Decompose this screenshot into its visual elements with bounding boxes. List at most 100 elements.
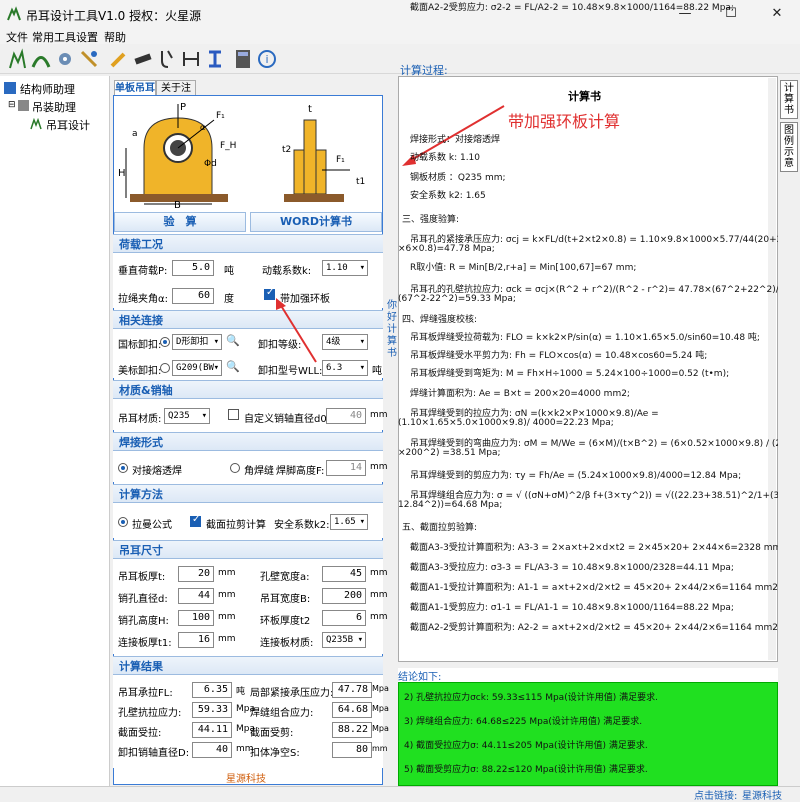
shear-checkbox[interactable] xyxy=(190,514,201,527)
weight-input[interactable]: 5.0 xyxy=(172,260,214,276)
size-input[interactable]: 100 xyxy=(178,610,214,626)
result-value: 59.33 xyxy=(192,702,232,718)
tab-diagram-legend[interactable]: 图例示意 xyxy=(780,122,798,172)
window-title: 吊耳设计工具V1.0 授权：火星源 xyxy=(26,9,202,23)
pin-input[interactable]: 40 xyxy=(326,408,366,424)
info-icon[interactable]: i xyxy=(256,48,278,70)
tree-leaf[interactable]: 吊耳设计 xyxy=(46,117,90,133)
diagram-label-t1: t1 xyxy=(356,177,365,187)
calc-line: 截面A3-3受拉应力: σ3-3 = FL/A3-3 = 10.48×9.8×1… xyxy=(410,563,734,573)
size-input[interactable]: 44 xyxy=(178,588,214,604)
size-header: 吊耳尺寸 xyxy=(113,540,383,559)
diagram-label-a: a xyxy=(132,129,138,139)
american-radio[interactable] xyxy=(160,363,170,373)
pin-label: 销轴直径d0: xyxy=(274,414,331,425)
result-label: 扣体净空S: xyxy=(250,748,300,759)
diagram-label-f1b: F₁ xyxy=(336,155,345,165)
lame-radio[interactable] xyxy=(118,517,128,527)
word-report-button[interactable]: WORD计算书 xyxy=(250,212,382,232)
dynamic-select[interactable]: 1.10 xyxy=(322,260,368,276)
zoom-icon[interactable]: 🔍 xyxy=(226,360,240,373)
lifting-lug-icon[interactable] xyxy=(6,48,28,70)
national-radio[interactable] xyxy=(160,337,170,347)
safety-select[interactable]: 1.65 xyxy=(330,514,368,530)
angle-unit: 度 xyxy=(224,294,234,305)
result-label: 截面受拉: xyxy=(118,728,162,739)
weld-height-input[interactable]: 14 xyxy=(326,460,366,476)
calc-line: 截面A2-2受剪应力: σ2-2 = FL/A2-2 = 10.48×9.8×1… xyxy=(410,3,734,13)
fillet-weld-radio[interactable] xyxy=(230,463,240,473)
frame-icon[interactable] xyxy=(180,48,202,70)
calc-line: 五、截面拉剪验算: xyxy=(402,523,478,533)
calc-line: R取小值: R = Min[B/2,r+a] = Min[100,67]=67 … xyxy=(410,263,637,273)
safety-label: 安全系数k2: xyxy=(274,520,330,531)
menu-file[interactable]: 文件 xyxy=(6,29,28,45)
grade-select[interactable]: 4级 xyxy=(322,334,368,350)
calc-line: 三、强度验算: xyxy=(402,215,460,225)
calc-line: (1.10×1.65×5.0×1000×9.8)/ 4000=22.23 Mpa… xyxy=(398,418,614,428)
calculator-icon[interactable] xyxy=(232,48,254,70)
size-label: 销孔高度H: xyxy=(118,616,169,627)
material-select[interactable]: Q235 xyxy=(164,408,210,424)
tree-child[interactable]: 吊装助理 xyxy=(32,99,76,115)
weld-height-label: 焊脚高度F: xyxy=(276,466,325,477)
zoom-icon[interactable]: 🔍 xyxy=(226,334,240,347)
tab-calc-report[interactable]: 计算书 xyxy=(780,80,798,119)
beam-icon[interactable] xyxy=(132,48,154,70)
result-label: 截面受剪: xyxy=(250,728,294,739)
model-select[interactable]: 6.3 xyxy=(322,360,368,376)
calc-line: 钢板材质 ：Q235 mm; xyxy=(410,173,506,183)
size-input[interactable]: 20 xyxy=(178,566,214,582)
pencil-icon[interactable] xyxy=(108,48,130,70)
tool-icon[interactable] xyxy=(78,48,100,70)
size-label: 吊耳板厚t: xyxy=(118,572,166,583)
conclusion-line: 4) 截面受拉应力σ: 44.11≤205 Mpa(设计许用值) 满足要求. xyxy=(404,741,648,751)
tab-single-lug[interactable]: 单板吊耳 xyxy=(114,80,156,96)
angle-label: 拉绳夹角α: xyxy=(118,294,168,305)
size-input[interactable]: 200 xyxy=(322,588,366,604)
custom-label: 自定义 xyxy=(244,414,274,425)
angle-input[interactable]: 60 xyxy=(172,288,214,304)
conclusion-line: 2) 孔壁抗拉应力σck: 59.33≤115 Mpa(设计许用值) 满足要求. xyxy=(404,693,658,703)
result-label: 孔壁抗拉应力: xyxy=(118,708,182,719)
american-select[interactable]: G209(BW xyxy=(172,360,222,376)
calc-line: (67^2-22^2)=59.33 Mpa; xyxy=(398,294,516,304)
size-unit: mm xyxy=(218,568,236,578)
size-input[interactable]: 6 xyxy=(322,610,366,626)
calc-scrollbar[interactable] xyxy=(768,78,776,660)
diagram-label-fh: F_H xyxy=(220,141,236,151)
calc-line: 吊耳板焊缝受到弯矩为: M = Fh×H÷1000 = 5.24×100÷100… xyxy=(410,369,730,379)
column-icon[interactable] xyxy=(204,48,226,70)
calc-line: 焊接形式：对接熔透焊 xyxy=(410,135,501,145)
calc-line: ×6×0.8)=47.78 Mpa; xyxy=(398,244,495,254)
menu-tools[interactable]: 常用工具 xyxy=(32,29,76,45)
tab-register[interactable]: 关于注册 xyxy=(156,80,196,109)
size-input[interactable]: Q235B xyxy=(322,632,366,648)
butt-weld-label: 对接熔透焊 xyxy=(132,466,182,477)
calc-line: 截面A1-1受剪应力: σ1-1 = FL/A1-1 = 10.48×9.8×1… xyxy=(410,603,734,613)
size-label: 连接板材质: xyxy=(260,638,314,649)
result-label: 局部紧接承压应力: xyxy=(250,688,334,699)
butt-weld-radio[interactable] xyxy=(118,463,128,473)
arch-icon[interactable] xyxy=(30,48,52,70)
verify-button[interactable]: 验 算 xyxy=(114,212,246,232)
tree-root[interactable]: 结构师助理 xyxy=(20,81,75,97)
calc-annotation: 带加强环板计算 xyxy=(508,112,621,131)
size-label: 环板厚度t2 xyxy=(260,616,311,627)
size-input[interactable]: 45 xyxy=(322,566,366,582)
size-label: 吊耳宽度B: xyxy=(260,594,311,605)
menu-settings[interactable]: 设置 xyxy=(76,29,98,45)
shear-label: 截面拉剪计算 xyxy=(206,520,266,531)
collapse-icon[interactable]: ⊟ xyxy=(8,100,16,110)
close-button[interactable]: ✕ xyxy=(754,0,800,28)
calc-line: 安全系数 k2: 1.65 xyxy=(410,191,486,201)
vertical-label: 你好计算书 xyxy=(387,300,397,359)
size-input[interactable]: 16 xyxy=(178,632,214,648)
result-value: 6.35 xyxy=(192,682,232,698)
hook-icon[interactable] xyxy=(156,48,178,70)
custom-checkbox[interactable] xyxy=(228,409,239,420)
lame-label: 拉曼公式 xyxy=(132,520,172,531)
national-select[interactable]: D形卸扣 xyxy=(172,334,222,350)
menu-help[interactable]: 帮助 xyxy=(104,29,126,45)
gear-icon[interactable] xyxy=(54,48,76,70)
